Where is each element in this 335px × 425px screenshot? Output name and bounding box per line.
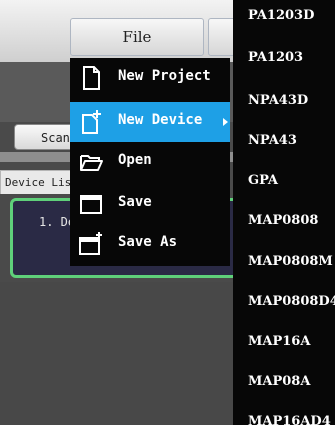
menu-item-label: New Device	[118, 112, 203, 128]
file-menu: New Project New Device Open Save Save As	[70, 58, 230, 266]
submenu-item-map0808m[interactable]: MAP0808M	[248, 254, 333, 269]
submenu-item-pa1203d[interactable]: PA1203D	[248, 8, 314, 23]
submenu-item-pa1203[interactable]: PA1203	[248, 50, 303, 65]
submenu-item-npa43d[interactable]: NPA43D	[248, 93, 308, 108]
submenu-item-npa43[interactable]: NPA43	[248, 133, 297, 148]
submenu-item-gpa[interactable]: GPA	[248, 173, 278, 188]
save-window-icon	[80, 195, 102, 214]
menu-item-new-project[interactable]: New Project	[70, 58, 230, 98]
menu-item-label: Save As	[118, 234, 178, 250]
submenu-item-map0808d4[interactable]: MAP0808D4	[248, 294, 335, 309]
menu-item-save[interactable]: Save	[70, 184, 230, 224]
submenu-item-map08a[interactable]: MAP08A	[248, 374, 310, 389]
menu-item-save-as[interactable]: Save As	[70, 224, 230, 264]
folder-open-icon	[80, 155, 103, 171]
new-file-icon	[83, 66, 100, 90]
menu-item-label: Save	[118, 194, 152, 210]
menu-item-label: New Project	[118, 68, 211, 84]
save-as-window-icon	[79, 232, 102, 255]
device-submenu: PA1203D PA1203 NPA43D NPA43 GPA MAP0808 …	[233, 0, 335, 425]
submenu-item-map16ad4[interactable]: MAP16AD4	[248, 414, 331, 425]
menu-item-new-device[interactable]: New Device	[70, 102, 230, 142]
submenu-item-map16a[interactable]: MAP16A	[248, 334, 310, 349]
submenu-item-map0808[interactable]: MAP0808	[248, 213, 318, 228]
menu-item-open[interactable]: Open	[70, 142, 230, 182]
new-device-icon	[82, 110, 101, 134]
submenu-arrow-icon	[223, 118, 228, 126]
file-tab[interactable]: File	[70, 18, 204, 56]
menu-item-label: Open	[118, 152, 152, 168]
